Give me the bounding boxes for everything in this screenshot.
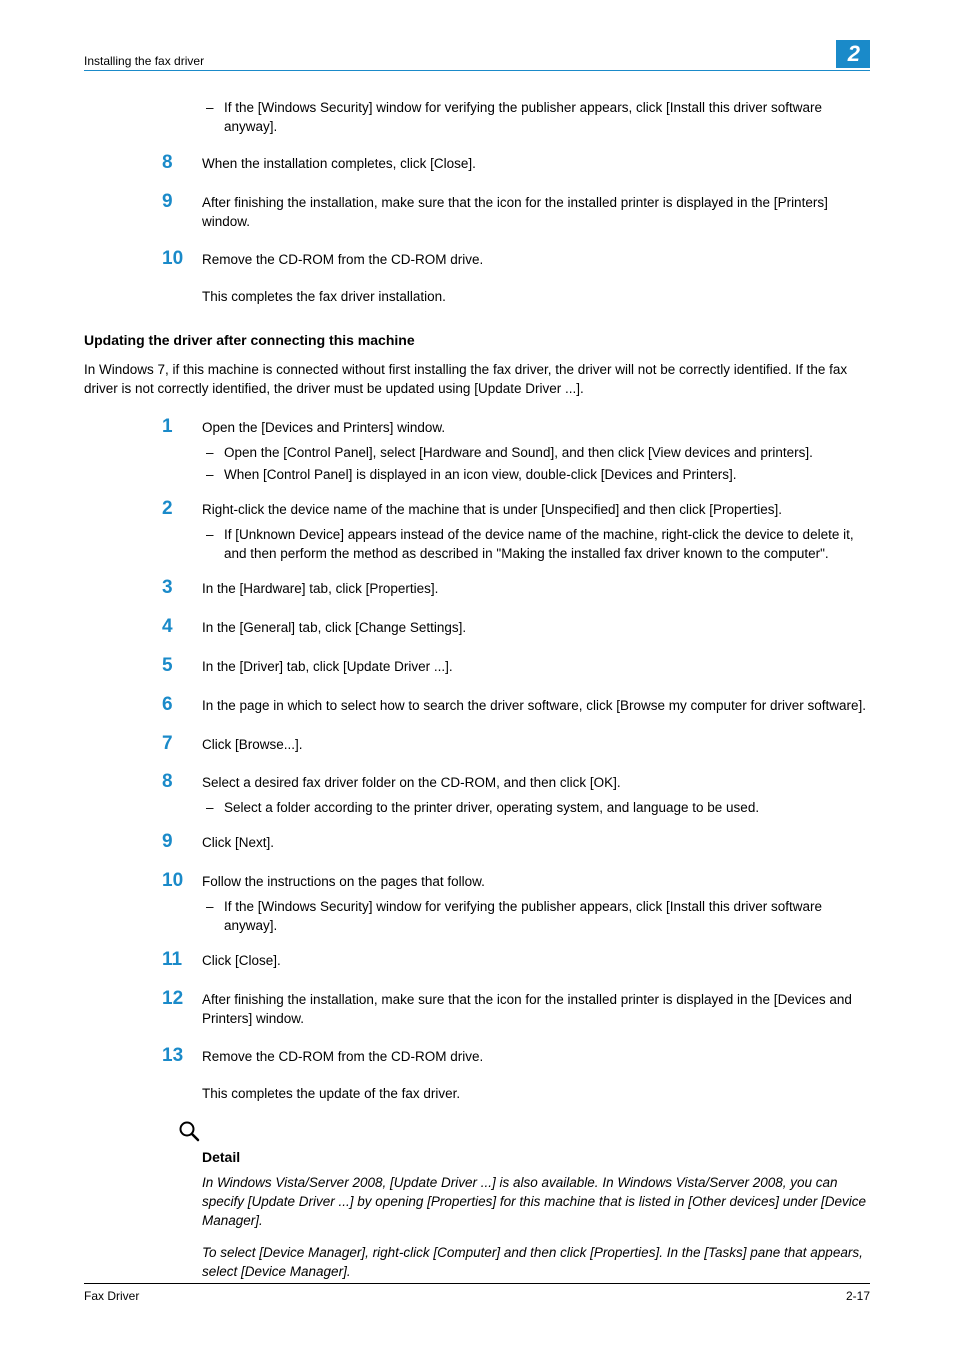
step-follow-text: This completes the fax driver installati… [202,288,870,307]
step-body: After finishing the installation, make s… [202,192,870,238]
step-number: 1 [162,417,202,438]
step-item: 5 In the [Driver] tab, click [Update Dri… [162,656,870,683]
step-number: 3 [162,578,202,599]
sub-text: Open the [Control Panel], select [Hardwa… [224,444,870,463]
step-follow-text: This completes the update of the fax dri… [202,1085,870,1104]
step-number: 4 [162,617,202,638]
step-text: In the [General] tab, click [Change Sett… [202,619,870,638]
step-body: Remove the CD-ROM from the CD-ROM drive. [202,249,870,276]
section-heading: Updating the driver after connecting thi… [84,331,870,351]
step-number: 12 [162,989,202,1010]
magnifier-icon [178,1120,870,1142]
step-item: 9 After finishing the installation, make… [162,192,870,238]
step-text: After finishing the installation, make s… [202,991,870,1029]
sub-text: If the [Windows Security] window for ver… [224,898,870,936]
step-text: Right-click the device name of the machi… [202,501,870,520]
continuation-text: If the [Windows Security] window for ver… [224,99,870,137]
step-text: When the installation completes, click [… [202,155,870,174]
step-item: 6 In the page in which to select how to … [162,695,870,722]
dash-icon: – [202,99,224,137]
step-body: When the installation completes, click [… [202,153,870,180]
step-number: 13 [162,1046,202,1067]
step-text: Click [Close]. [202,952,870,971]
step-item: 10 Remove the CD-ROM from the CD-ROM dri… [162,249,870,276]
step-number: 10 [162,871,202,892]
step-item: 8 When the installation completes, click… [162,153,870,180]
step-text: Remove the CD-ROM from the CD-ROM drive. [202,251,870,270]
step-text: In the [Hardware] tab, click [Properties… [202,580,870,599]
step-number: 10 [162,249,202,270]
step-number: 2 [162,499,202,520]
step-item: 10 Follow the instructions on the pages … [162,871,870,938]
step-number: 6 [162,695,202,716]
step-item: 9 Click [Next]. [162,832,870,859]
continuation-bullet: – If the [Windows Security] window for v… [202,99,870,137]
step-number: 7 [162,734,202,755]
step-number: 8 [162,153,202,174]
page-header: Installing the fax driver 2 [84,40,870,71]
footer-left: Fax Driver [84,1289,139,1303]
step-text: In the [Driver] tab, click [Update Drive… [202,658,870,677]
dash-icon: – [202,466,224,485]
dash-icon: – [202,444,224,463]
main-content: – If the [Windows Security] window for v… [162,99,870,1282]
detail-block: Detail In Windows Vista/Server 2008, [Up… [202,1120,870,1282]
sub-text: If [Unknown Device] appears instead of t… [224,526,870,564]
step-number: 8 [162,772,202,793]
step-item: 7 Click [Browse...]. [162,734,870,761]
chapter-number-tab: 2 [836,40,870,68]
step-body: Open the [Devices and Printers] window. … [202,417,870,488]
step-item: 2 Right-click the device name of the mac… [162,499,870,566]
step-number: 5 [162,656,202,677]
step-body: Right-click the device name of the machi… [202,499,870,566]
detail-paragraph: In Windows Vista/Server 2008, [Update Dr… [202,1174,870,1231]
detail-label: Detail [202,1148,870,1168]
dash-icon: – [202,526,224,564]
detail-paragraph: To select [Device Manager], right-click … [202,1244,870,1282]
step-item: 3 In the [Hardware] tab, click [Properti… [162,578,870,605]
step-item: 1 Open the [Devices and Printers] window… [162,417,870,488]
step-text: Follow the instructions on the pages tha… [202,873,870,892]
breadcrumb: Installing the fax driver [84,54,204,68]
footer-right: 2-17 [846,1289,870,1303]
step-item: 11 Click [Close]. [162,950,870,977]
step-text: Remove the CD-ROM from the CD-ROM drive. [202,1048,870,1067]
step-text: Click [Browse...]. [202,736,870,755]
sub-text: When [Control Panel] is displayed in an … [224,466,870,485]
section-intro: In Windows 7, if this machine is connect… [84,361,870,399]
step-text: Open the [Devices and Printers] window. [202,419,870,438]
step-item: 4 In the [General] tab, click [Change Se… [162,617,870,644]
page-footer: Fax Driver 2-17 [84,1283,870,1303]
step-number: 9 [162,192,202,213]
step-item: 13 Remove the CD-ROM from the CD-ROM dri… [162,1046,870,1073]
page: Installing the fax driver 2 – If the [Wi… [0,0,954,1351]
step-text: After finishing the installation, make s… [202,194,870,232]
step-number: 11 [162,950,202,971]
dash-icon: – [202,799,224,818]
step-text: In the page in which to select how to se… [202,697,870,716]
step-text: Select a desired fax driver folder on th… [202,774,870,793]
step-text: Click [Next]. [202,834,870,853]
step-number: 9 [162,832,202,853]
step-item: 8 Select a desired fax driver folder on … [162,772,870,820]
step-item: 12 After finishing the installation, mak… [162,989,870,1035]
sub-text: Select a folder according to the printer… [224,799,870,818]
dash-icon: – [202,898,224,936]
